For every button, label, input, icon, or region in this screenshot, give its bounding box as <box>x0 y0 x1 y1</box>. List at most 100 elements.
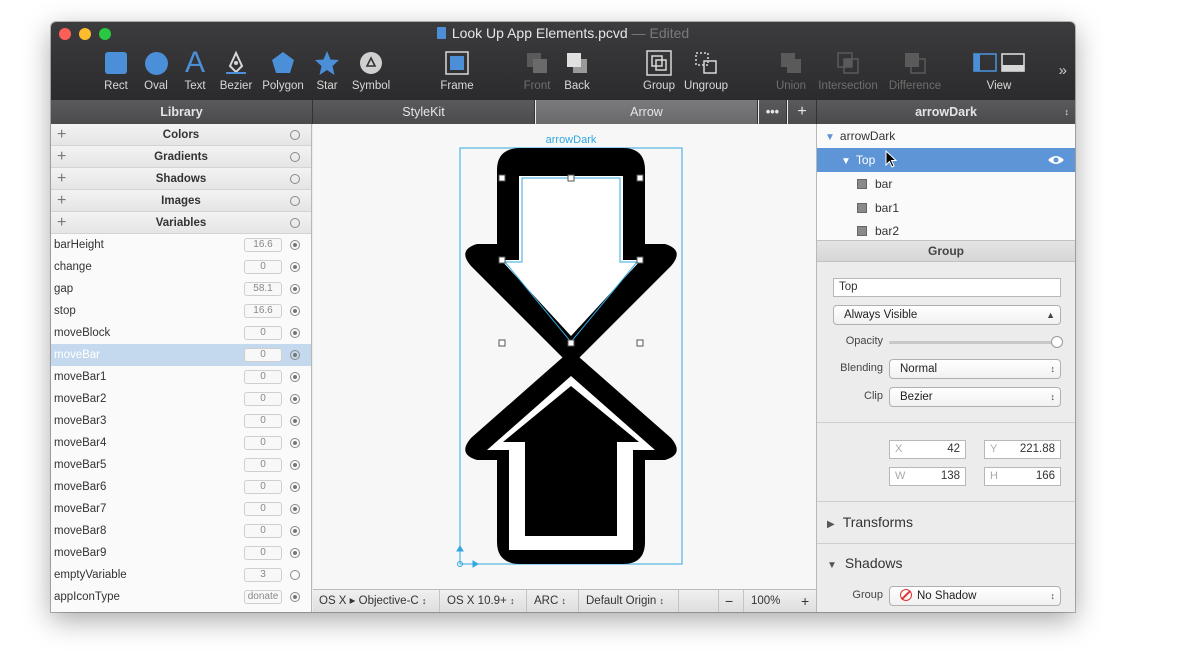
platform-select[interactable]: OS X ▸ Objective-C ↕ <box>313 590 440 612</box>
variable-value-field[interactable]: 0 <box>244 392 282 406</box>
frame-tool-button[interactable]: Frame <box>437 46 477 92</box>
variable-row[interactable]: gap 58.1 <box>51 278 311 300</box>
variable-radio-icon[interactable] <box>290 570 300 580</box>
circle-icon[interactable] <box>290 152 300 162</box>
variable-value-field[interactable]: 16.6 <box>244 238 282 252</box>
canvas[interactable]: arrowDark <box>313 124 816 589</box>
variable-row[interactable]: moveBar1 0 <box>51 366 311 388</box>
tree-item-root[interactable]: ▼ arrowDark <box>817 124 1075 148</box>
variable-radio-icon[interactable] <box>290 548 300 558</box>
back-button[interactable]: Back <box>559 46 595 92</box>
variable-radio-icon[interactable] <box>290 394 300 404</box>
rect-tool-button[interactable]: Rect <box>100 46 132 92</box>
variable-row[interactable]: moveBar5 0 <box>51 454 311 476</box>
name-field[interactable]: Top <box>833 278 1061 297</box>
variable-row[interactable]: moveBar7 0 <box>51 498 311 520</box>
variable-radio-icon[interactable] <box>290 284 300 294</box>
circle-icon[interactable] <box>290 196 300 206</box>
oval-tool-button[interactable]: Oval <box>140 46 172 92</box>
variable-row[interactable]: moveBar6 0 <box>51 476 311 498</box>
variable-value-field[interactable]: 0 <box>244 414 282 428</box>
inspector-header[interactable]: arrowDark ↕ <box>816 100 1075 124</box>
tree-item-bar[interactable]: bar <box>817 172 1075 196</box>
variable-radio-icon[interactable] <box>290 328 300 338</box>
ungroup-button[interactable]: Ungroup <box>680 46 732 92</box>
circle-icon[interactable] <box>290 130 300 140</box>
add-tab-button[interactable]: + <box>788 100 816 124</box>
disclosure-triangle-icon[interactable]: ▼ <box>825 132 835 143</box>
add-icon[interactable]: + <box>57 146 66 168</box>
variable-value-field[interactable]: 0 <box>244 546 282 560</box>
variable-row[interactable]: change 0 <box>51 256 311 278</box>
library-section-shadows[interactable]: + Shadows <box>51 168 311 190</box>
tree-item-top[interactable]: ▼ Top <box>817 148 1075 172</box>
difference-button[interactable]: Difference <box>885 46 945 92</box>
variable-value-field[interactable]: 0 <box>244 326 282 340</box>
variable-value-field[interactable]: 0 <box>244 524 282 538</box>
variable-value-field[interactable]: 3 <box>244 568 282 582</box>
variable-radio-icon[interactable] <box>290 306 300 316</box>
height-field[interactable]: H 166 <box>984 467 1061 486</box>
library-section-images[interactable]: + Images <box>51 190 311 212</box>
memory-select[interactable]: ARC ↕ <box>528 590 579 612</box>
variable-row[interactable]: moveBlock 0 <box>51 322 311 344</box>
variable-value-field[interactable]: 0 <box>244 502 282 516</box>
origin-select[interactable]: Default Origin ↕ <box>580 590 679 612</box>
tree-item-bar2[interactable]: bar2 <box>817 220 1075 240</box>
variable-value-field[interactable]: 0 <box>244 260 282 274</box>
opacity-slider-knob[interactable] <box>1051 336 1063 348</box>
library-section-colors[interactable]: + Colors <box>51 124 311 146</box>
variable-radio-icon[interactable] <box>290 262 300 272</box>
variable-row[interactable]: emptyVariable 3 <box>51 564 311 586</box>
variable-value-field[interactable]: 0 <box>244 348 282 362</box>
view-button[interactable]: View <box>969 46 1029 92</box>
variable-value-field[interactable]: donate <box>244 590 282 604</box>
zoom-out-button[interactable]: − <box>718 590 744 612</box>
circle-icon[interactable] <box>290 218 300 228</box>
clip-select[interactable]: Bezier ↕ <box>889 387 1061 407</box>
variable-row[interactable]: moveBar8 0 <box>51 520 311 542</box>
variable-row[interactable]: moveBar3 0 <box>51 410 311 432</box>
variable-value-field[interactable]: 0 <box>244 480 282 494</box>
tab-stylekit[interactable]: StyleKit <box>313 100 535 124</box>
add-icon[interactable]: + <box>57 124 66 146</box>
variable-radio-icon[interactable] <box>290 460 300 470</box>
disclosure-triangle-icon[interactable]: ▶ <box>827 519 835 530</box>
variable-value-field[interactable]: 0 <box>244 458 282 472</box>
variable-row[interactable]: appIconType donate <box>51 586 311 608</box>
union-button[interactable]: Union <box>773 46 809 92</box>
variable-value-field[interactable]: 0 <box>244 436 282 450</box>
variable-row[interactable]: moveBar9 0 <box>51 542 311 564</box>
variable-radio-icon[interactable] <box>290 372 300 382</box>
polygon-tool-button[interactable]: Polygon <box>260 46 306 92</box>
y-field[interactable]: Y 221.88 <box>984 440 1061 459</box>
variable-radio-icon[interactable] <box>290 504 300 514</box>
variable-radio-icon[interactable] <box>290 416 300 426</box>
variable-radio-icon[interactable] <box>290 350 300 360</box>
add-icon[interactable]: + <box>57 168 66 190</box>
variable-row[interactable]: stop 16.6 <box>51 300 311 322</box>
variable-radio-icon[interactable] <box>290 526 300 536</box>
front-button[interactable]: Front <box>519 46 555 92</box>
variable-row[interactable]: moveBar4 0 <box>51 432 311 454</box>
add-icon[interactable]: + <box>57 190 66 212</box>
x-field[interactable]: X 42 <box>889 440 966 459</box>
library-section-variables[interactable]: + Variables <box>51 212 311 234</box>
intersection-button[interactable]: Intersection <box>815 46 881 92</box>
tree-item-bar1[interactable]: bar1 <box>817 196 1075 220</box>
variable-radio-icon[interactable] <box>290 240 300 250</box>
variable-radio-icon[interactable] <box>290 592 300 602</box>
blending-select[interactable]: Normal ↕ <box>889 359 1061 379</box>
variable-value-field[interactable]: 58.1 <box>244 282 282 296</box>
shadows-section[interactable]: ▼ Shadows <box>827 555 903 571</box>
tab-more-button[interactable]: ••• <box>759 100 787 124</box>
opacity-slider[interactable] <box>889 336 1063 348</box>
eye-icon[interactable] <box>1047 155 1065 165</box>
text-tool-button[interactable]: A Text <box>179 46 211 92</box>
visibility-select[interactable]: Always Visible ▲ <box>833 305 1061 325</box>
disclosure-triangle-icon[interactable]: ▼ <box>841 156 851 167</box>
zoom-in-button[interactable]: + <box>795 590 816 612</box>
disclosure-triangle-icon[interactable]: ▼ <box>827 560 837 571</box>
variable-radio-icon[interactable] <box>290 482 300 492</box>
transforms-section[interactable]: ▶ Transforms <box>827 514 913 530</box>
